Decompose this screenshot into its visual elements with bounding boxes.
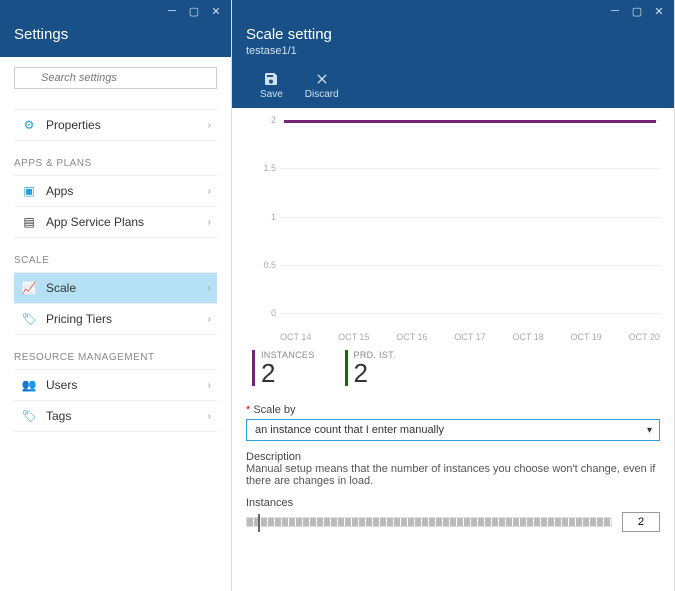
scale-title: Scale setting [246,26,660,43]
users-icon: 👥 [20,378,38,392]
stat-cards: INSTANCES 2 PRD. IST. 2 [252,350,660,386]
chevron-right-icon: › [208,217,211,228]
instances-slider[interactable] [246,517,612,527]
nav-label: Scale [46,281,76,295]
search-input[interactable] [14,67,217,89]
ytick: 0 [246,308,276,318]
chevron-right-icon: › [208,186,211,197]
tags-icon: 🏷 [20,409,38,423]
scale-setting-pane: ─ ▢ ✕ Scale setting testase1/1 Save Disc… [232,0,675,591]
ytick: 1.5 [246,163,276,173]
nav-label: Pricing Tiers [46,312,112,326]
scale-header: ─ ▢ ✕ Scale setting testase1/1 Save Disc… [232,0,674,108]
instances-slider-row [246,512,660,532]
ytick: 1 [246,212,276,222]
nav-users[interactable]: 👥 Users › [14,369,217,401]
section-scale: SCALE [14,255,217,266]
nav-pricing-tiers[interactable]: 🏷 Pricing Tiers › [14,303,217,335]
settings-content: 🔍 ⚙ Properties › APPS & PLANS ▣ Apps › ▤… [0,57,231,591]
ytick: 2 [246,115,276,125]
nav-label: Users [46,378,77,392]
xtick: OCT 16 [396,332,427,342]
settings-pane: ─ ▢ ✕ Settings 🔍 ⚙ Properties › APPS & P… [0,0,232,591]
chart-series-line [284,120,656,123]
nav-app-service-plans[interactable]: ▤ App Service Plans › [14,206,217,238]
nav-label: Apps [46,184,73,198]
pricing-icon: 🏷 [20,312,38,326]
scale-by-select-wrap: an instance count that I enter manually … [246,419,660,441]
nav-label: Tags [46,409,71,423]
stat-prd-ist: PRD. IST. 2 [345,350,396,386]
scale-subtitle: testase1/1 [246,45,660,57]
chevron-right-icon: › [208,314,211,325]
scale-by-label: * Scale by [246,404,660,416]
search-wrap: 🔍 [14,67,217,89]
scale-by-select[interactable]: an instance count that I enter manually [246,419,660,441]
chevron-right-icon: › [208,120,211,131]
instances-chart: 2 1.5 1 0.5 0 OCT 14 OCT 15 OCT 16 OCT 1… [246,118,660,328]
window-controls-left: ─ ▢ ✕ [163,4,225,18]
settings-header: ─ ▢ ✕ Settings [0,0,231,57]
save-label: Save [260,89,283,100]
stat-value: 2 [261,360,315,386]
minimize-icon[interactable]: ─ [163,4,181,18]
close-icon[interactable]: ✕ [207,4,225,18]
close-icon[interactable]: ✕ [650,4,668,18]
maximize-icon[interactable]: ▢ [628,4,646,18]
description-heading: Description [246,451,660,463]
description-body: Manual setup means that the number of in… [246,463,660,487]
chart-x-axis: OCT 14 OCT 15 OCT 16 OCT 17 OCT 18 OCT 1… [280,332,660,342]
scale-content: 2 1.5 1 0.5 0 OCT 14 OCT 15 OCT 16 OCT 1… [232,108,674,591]
instances-field-label: Instances [246,497,660,509]
save-button[interactable]: Save [260,71,283,100]
ytick: 0.5 [246,260,276,270]
nav-tags[interactable]: 🏷 Tags › [14,400,217,432]
settings-title: Settings [14,26,217,43]
plans-icon: ▤ [20,215,38,229]
discard-button[interactable]: Discard [305,71,339,100]
nav-label: Properties [46,118,101,132]
scale-icon: 📈 [20,281,38,295]
nav-properties[interactable]: ⚙ Properties › [14,109,217,141]
chevron-right-icon: › [208,283,211,294]
chevron-right-icon: › [208,380,211,391]
stat-instances: INSTANCES 2 [252,350,315,386]
chevron-right-icon: › [208,411,211,422]
stat-value: 2 [354,360,396,386]
xtick: OCT 19 [570,332,601,342]
xtick: OCT 17 [454,332,485,342]
window-controls-right: ─ ▢ ✕ [606,4,668,18]
toolbar: Save Discard [246,71,660,100]
xtick: OCT 15 [338,332,369,342]
nav-label: App Service Plans [46,215,144,229]
xtick: OCT 18 [512,332,543,342]
instances-input[interactable] [622,512,660,532]
apps-icon: ▣ [20,184,38,198]
section-apps-plans: APPS & PLANS [14,158,217,169]
nav-apps[interactable]: ▣ Apps › [14,175,217,207]
discard-label: Discard [305,89,339,100]
discard-icon [314,71,330,87]
maximize-icon[interactable]: ▢ [185,4,203,18]
required-icon: * [246,404,250,416]
section-resource: RESOURCE MANAGEMENT [14,352,217,363]
properties-icon: ⚙ [20,118,38,132]
nav-scale[interactable]: 📈 Scale › [14,272,217,304]
minimize-icon[interactable]: ─ [606,4,624,18]
xtick: OCT 14 [280,332,311,342]
xtick: OCT 20 [629,332,660,342]
slider-thumb[interactable] [258,514,260,532]
save-icon [263,71,279,87]
